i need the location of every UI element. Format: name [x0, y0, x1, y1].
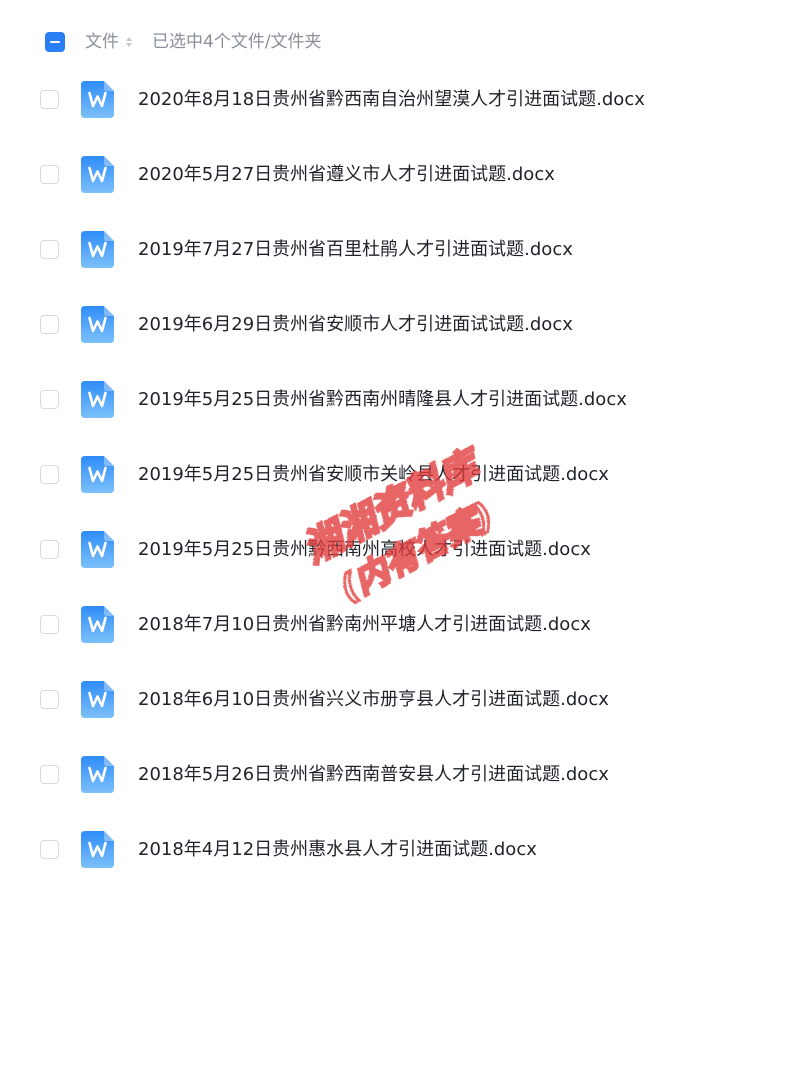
file-name[interactable]: 2019年5月25日贵州省安顺市关岭县人才引进面试题.docx: [138, 464, 609, 486]
file-name[interactable]: 2019年5月25日贵州黔西南州高校人才引进面试题.docx: [138, 539, 591, 561]
file-checkbox[interactable]: [40, 165, 59, 184]
file-checkbox[interactable]: [40, 690, 59, 709]
sort-icon[interactable]: [125, 35, 133, 49]
file-checkbox[interactable]: [40, 315, 59, 334]
file-row[interactable]: 2019年5月25日贵州黔西南州高校人才引进面试题.docx: [0, 512, 800, 587]
file-checkbox[interactable]: [40, 240, 59, 259]
file-row[interactable]: 2019年5月25日贵州省黔西南州晴隆县人才引进面试题.docx: [0, 362, 800, 437]
file-row[interactable]: 2019年7月27日贵州省百里杜鹃人才引进面试题.docx: [0, 212, 800, 287]
word-doc-icon: [81, 606, 114, 643]
word-doc-icon: [81, 456, 114, 493]
word-doc-icon: [81, 831, 114, 868]
file-name[interactable]: 2019年5月25日贵州省黔西南州晴隆县人才引进面试题.docx: [138, 389, 627, 411]
file-name[interactable]: 2020年5月27日贵州省遵义市人才引进面试题.docx: [138, 164, 555, 186]
file-row[interactable]: 2019年6月29日贵州省安顺市人才引进面试试题.docx: [0, 287, 800, 362]
file-checkbox[interactable]: [40, 615, 59, 634]
word-doc-icon: [81, 231, 114, 268]
word-doc-icon: [81, 531, 114, 568]
file-checkbox[interactable]: [40, 390, 59, 409]
word-doc-icon: [81, 681, 114, 718]
file-checkbox[interactable]: [40, 90, 59, 109]
word-doc-icon: [81, 81, 114, 118]
file-row[interactable]: 2019年5月25日贵州省安顺市关岭县人才引进面试题.docx: [0, 437, 800, 512]
file-list-header: 文件 已选中4个文件/文件夹: [0, 24, 800, 60]
file-name[interactable]: 2020年8月18日贵州省黔西南自治州望漠人才引进面试题.docx: [138, 89, 645, 111]
file-name[interactable]: 2019年7月27日贵州省百里杜鹃人才引进面试题.docx: [138, 239, 573, 261]
file-name[interactable]: 2018年6月10日贵州省兴义市册亨县人才引进面试题.docx: [138, 689, 609, 711]
word-doc-icon: [81, 306, 114, 343]
file-name[interactable]: 2018年5月26日贵州省黔西南普安县人才引进面试题.docx: [138, 764, 609, 786]
selection-status: 已选中4个文件/文件夹: [152, 32, 322, 52]
file-row[interactable]: 2018年7月10日贵州省黔南州平塘人才引进面试题.docx: [0, 587, 800, 662]
file-name[interactable]: 2019年6月29日贵州省安顺市人才引进面试试题.docx: [138, 314, 573, 336]
file-row[interactable]: 2020年8月18日贵州省黔西南自治州望漠人才引进面试题.docx: [0, 62, 800, 137]
file-checkbox[interactable]: [40, 765, 59, 784]
file-row[interactable]: 2018年5月26日贵州省黔西南普安县人才引进面试题.docx: [0, 737, 800, 812]
file-name[interactable]: 2018年4月12日贵州惠水县人才引进面试题.docx: [138, 839, 537, 861]
word-doc-icon: [81, 156, 114, 193]
word-doc-icon: [81, 381, 114, 418]
file-name[interactable]: 2018年7月10日贵州省黔南州平塘人才引进面试题.docx: [138, 614, 591, 636]
file-checkbox[interactable]: [40, 540, 59, 559]
file-row[interactable]: 2020年5月27日贵州省遵义市人才引进面试题.docx: [0, 137, 800, 212]
select-all-checkbox[interactable]: [45, 32, 65, 52]
file-checkbox[interactable]: [40, 465, 59, 484]
column-header-file[interactable]: 文件: [85, 31, 119, 53]
file-row[interactable]: 2018年6月10日贵州省兴义市册亨县人才引进面试题.docx: [0, 662, 800, 737]
file-checkbox[interactable]: [40, 840, 59, 859]
word-doc-icon: [81, 756, 114, 793]
file-row[interactable]: 2018年4月12日贵州惠水县人才引进面试题.docx: [0, 812, 800, 887]
indeterminate-icon: [50, 41, 60, 43]
